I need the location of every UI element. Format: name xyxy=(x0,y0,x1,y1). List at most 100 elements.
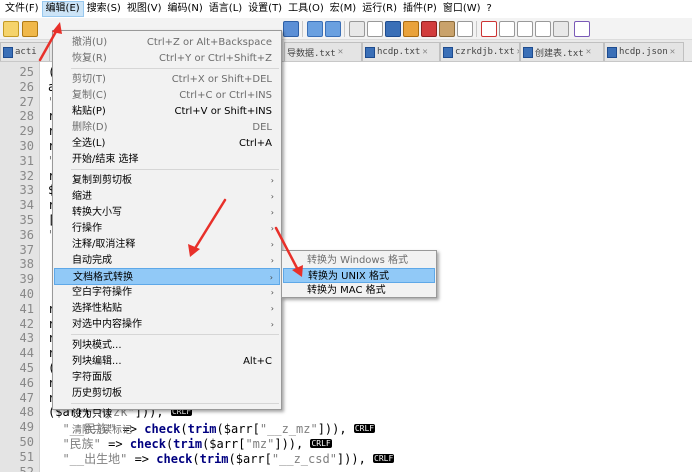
menu-item-label: 历史剪切板 xyxy=(72,388,122,399)
menu-item-label: 空白字符操作 xyxy=(72,287,132,298)
menu-item-label: 撤消(U) xyxy=(72,37,108,48)
file-icon xyxy=(365,46,375,58)
menu-12[interactable]: ? xyxy=(484,1,495,17)
close-icon[interactable]: ✕ xyxy=(586,47,591,57)
file-icon xyxy=(3,46,13,58)
menu-11[interactable]: 窗口(W) xyxy=(440,1,484,17)
show-all-characters-icon[interactable] xyxy=(367,21,383,37)
menu-item-label: 设为只读 xyxy=(72,409,112,420)
menu-4[interactable]: 编码(N) xyxy=(165,1,206,17)
edit-menu-item[interactable]: 转换大小写 › xyxy=(54,204,280,221)
line-number: 31 xyxy=(19,153,34,168)
user-language-icon[interactable] xyxy=(403,21,419,37)
line-number: 37 xyxy=(19,242,34,257)
file-icon xyxy=(443,46,453,58)
indent-guide-icon[interactable] xyxy=(385,21,401,37)
menu-item-label: 对选中内容操作 xyxy=(72,319,142,330)
close-icon[interactable]: ✕ xyxy=(338,47,343,57)
line-number: 51 xyxy=(19,449,34,464)
menu-item-label: 清除只读标记 xyxy=(72,425,132,436)
spell-check-icon[interactable] xyxy=(574,21,590,37)
close-icon[interactable]: ✕ xyxy=(670,47,675,57)
edit-menu-item[interactable]: 粘贴(P) Ctrl+V or Shift+INS xyxy=(54,103,280,120)
menu-3[interactable]: 视图(V) xyxy=(124,1,165,17)
monitoring-icon[interactable] xyxy=(457,21,473,37)
edit-menu-item[interactable]: 复制到剪切板 › xyxy=(54,172,280,189)
edit-menu-item[interactable]: 剪切(T) Ctrl+X or Shift+DEL xyxy=(54,71,280,88)
line-number: 49 xyxy=(19,420,34,435)
tab-create-table-txt[interactable]: 创建表.txt ✕ xyxy=(520,42,604,61)
menu-10[interactable]: 插件(P) xyxy=(400,1,440,17)
eol-crlf-marker: CRLF xyxy=(353,424,376,434)
edit-menu-item[interactable]: 行操作 › xyxy=(54,220,280,237)
edit-menu-item[interactable]: 列块编辑... Alt+C xyxy=(54,353,280,370)
edit-menu-item[interactable]: 自动完成 › xyxy=(54,252,280,269)
edit-menu-item[interactable]: 恢复(R) Ctrl+Y or Ctrl+Shift+Z xyxy=(54,50,280,67)
tab-czrkdjb-txt[interactable]: czrkdjb.txt ✕ xyxy=(440,42,520,61)
line-number: 47 xyxy=(19,390,34,405)
word-wrap-icon[interactable] xyxy=(349,21,365,37)
edit-menu-item[interactable]: 复制(C) Ctrl+C or Ctrl+INS xyxy=(54,87,280,104)
edit-menu-item[interactable]: 删除(D) DEL xyxy=(54,119,280,136)
tab-hcdp-txt[interactable]: hcdp.txt ✕ xyxy=(362,42,440,61)
file-icon xyxy=(607,46,617,58)
zoom-in-icon[interactable] xyxy=(307,21,323,37)
menu-item-shortcut: Ctrl+V or Shift+INS xyxy=(174,106,273,117)
edit-menu-item[interactable]: 文档格式转换 › xyxy=(54,268,280,285)
line-number: 34 xyxy=(19,198,34,213)
menu-1[interactable]: 编辑(E) xyxy=(41,1,84,17)
edit-menu-item[interactable]: 撤消(U) Ctrl+Z or Alt+Backspace xyxy=(54,34,280,51)
edit-menu-item[interactable]: 历史剪切板 xyxy=(54,385,280,402)
menu-7[interactable]: 工具(O) xyxy=(285,1,327,17)
edit-menu-item[interactable]: 缩进 › xyxy=(54,188,280,205)
document-map-icon[interactable] xyxy=(421,21,437,37)
menu-6[interactable]: 设置(T) xyxy=(245,1,285,17)
line-number: 50 xyxy=(19,435,34,449)
play-macro-icon[interactable] xyxy=(517,21,533,37)
tab-hcdp-json[interactable]: hcdp.json ✕ xyxy=(604,42,684,61)
eol-submenu-item[interactable]: 转换为 UNIX 格式 xyxy=(283,268,435,283)
edit-menu-item[interactable]: 清除只读标记 xyxy=(54,422,280,439)
menu-5[interactable]: 语言(L) xyxy=(206,1,245,17)
zoom-out-icon[interactable] xyxy=(325,21,341,37)
line-number: 36 xyxy=(19,227,34,242)
menu-item-label: 缩进 xyxy=(72,191,92,202)
line-number: 35 xyxy=(19,213,34,227)
edit-menu-item[interactable]: 设为只读 xyxy=(54,406,280,423)
edit-menu-item[interactable]: 字符面版 xyxy=(54,369,280,386)
eol-submenu-item[interactable]: 转换为 Windows 格式 xyxy=(283,253,435,268)
new-file-icon[interactable] xyxy=(3,21,19,37)
edit-menu-item[interactable]: 选择性粘贴 › xyxy=(54,300,280,317)
edit-menu-item[interactable]: 全选(L) Ctrl+A xyxy=(54,135,280,152)
stop-macro-icon[interactable] xyxy=(499,21,515,37)
menu-0[interactable]: 文件(F) xyxy=(2,1,42,17)
submenu-item-label: 转换为 MAC 格式 xyxy=(307,285,386,296)
submenu-arrow-icon: › xyxy=(270,320,274,329)
folder-workspace-icon[interactable] xyxy=(439,21,455,37)
run-macro-multiple-icon[interactable] xyxy=(535,21,551,37)
tab-export-data[interactable]: 导数据.txt ✕ xyxy=(284,42,362,61)
save-macro-icon[interactable] xyxy=(553,21,569,37)
submenu-arrow-icon: › xyxy=(270,208,274,217)
find-replace-icon[interactable] xyxy=(283,21,299,37)
edit-menu-item[interactable]: 空白字符操作 › xyxy=(54,284,280,301)
edit-menu-item[interactable]: 列块模式... xyxy=(54,337,280,354)
eol-crlf-marker: CRLF xyxy=(373,453,395,463)
menu-item-shortcut: Ctrl+Y or Ctrl+Shift+Z xyxy=(159,53,272,64)
menu-9[interactable]: 运行(R) xyxy=(359,1,400,17)
edit-menu-item[interactable]: 注释/取消注释 › xyxy=(54,236,280,253)
tab-acti[interactable]: acti xyxy=(0,42,50,61)
edit-menu-item[interactable]: 对选中内容操作 › xyxy=(54,316,280,333)
eol-submenu-item[interactable]: 转换为 MAC 格式 xyxy=(283,283,435,298)
close-icon[interactable]: ✕ xyxy=(422,47,427,57)
record-macro-icon[interactable] xyxy=(481,21,497,37)
submenu-arrow-icon: › xyxy=(270,256,274,265)
eol-conversion-submenu: 转换为 Windows 格式 转换为 UNIX 格式转换为 MAC 格式 xyxy=(281,250,437,298)
line-number: 48 xyxy=(19,405,34,420)
menu-item-label: 列块模式... xyxy=(72,340,122,351)
edit-menu-item[interactable]: 开始/结束 选择 xyxy=(54,151,280,168)
open-file-icon[interactable] xyxy=(22,21,38,37)
menu-2[interactable]: 搜索(S) xyxy=(84,1,124,17)
line-number: 40 xyxy=(19,287,34,301)
menu-8[interactable]: 宏(M) xyxy=(327,1,359,17)
